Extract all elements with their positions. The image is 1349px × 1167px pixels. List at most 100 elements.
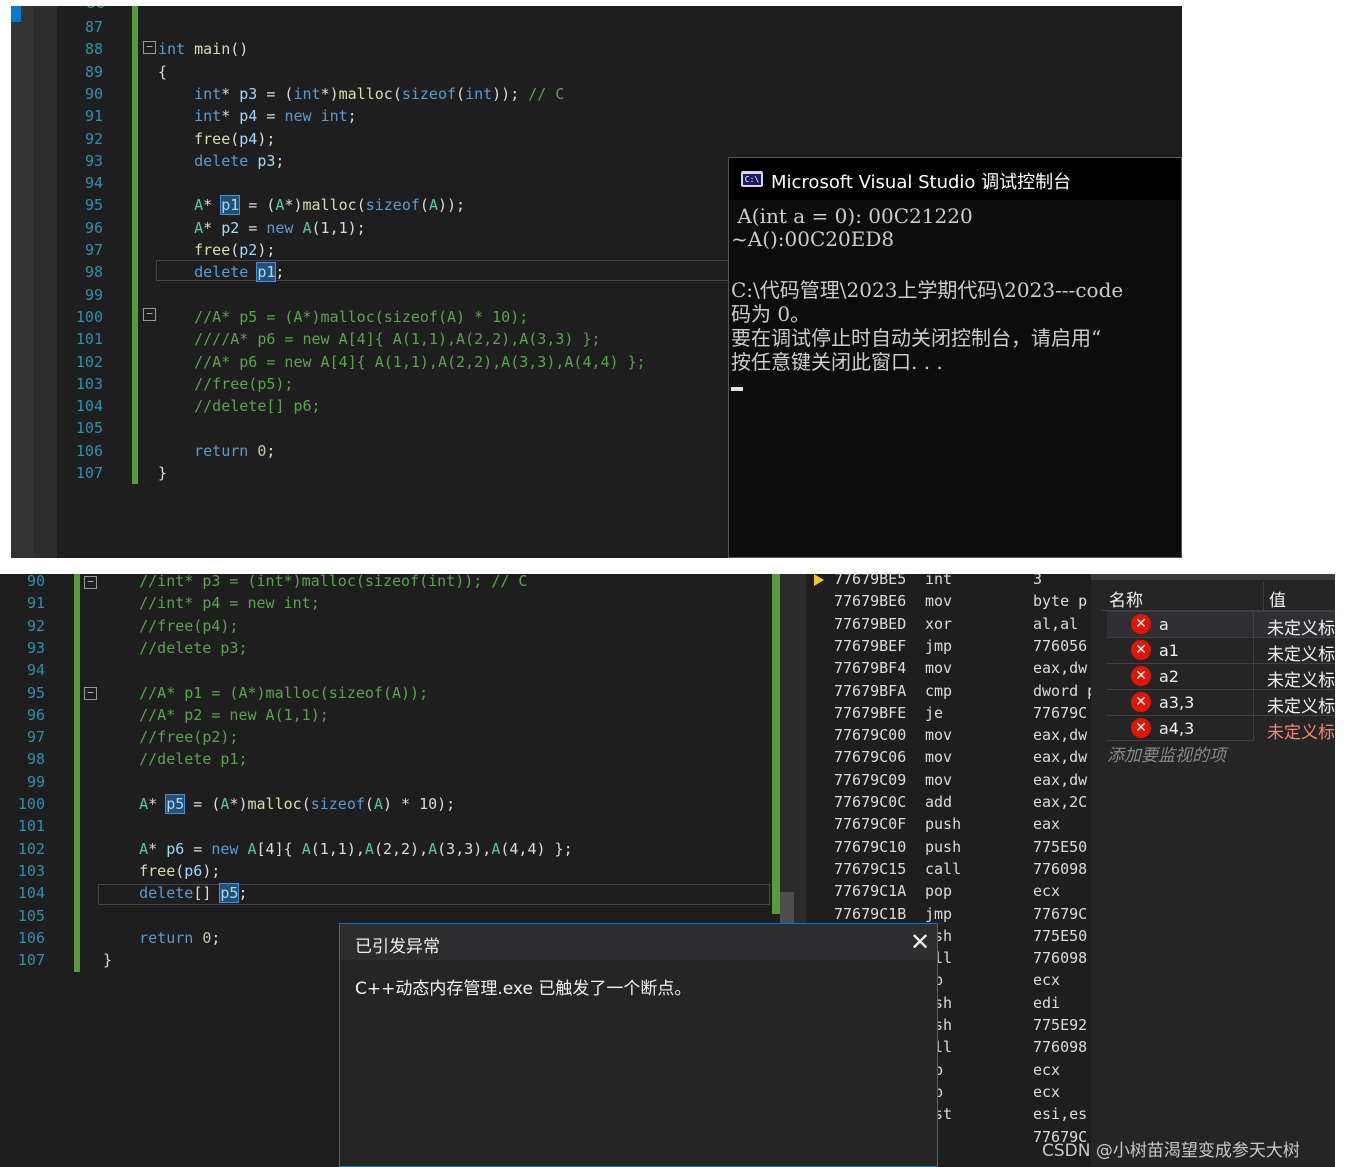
code-line[interactable]: int* p3 = (int*)malloc(sizeof(int)); // … [158, 85, 564, 103]
exception-titlebar: 已引发异常 ✕ [340, 924, 937, 960]
watch-name: a3,3 [1159, 693, 1195, 712]
exception-message: C++动态内存管理.exe 已触发了一个断点。 [355, 979, 692, 999]
disasm-opcode: mov [925, 726, 953, 745]
disasm-opcode: jmp [925, 904, 953, 923]
disasm-opcode: add [925, 793, 953, 811]
disasm-operand: al,al [1033, 614, 1079, 633]
console-line: ~A():00C20ED8 [731, 227, 895, 251]
code-line[interactable]: //free(p2); [103, 728, 238, 746]
code-line[interactable]: delete p1; [158, 262, 284, 283]
code-line[interactable]: { [158, 63, 167, 81]
code-line[interactable]: //A* p1 = (A*)malloc(sizeof(A)); [103, 684, 428, 702]
instruction-pointer-arrow-icon [814, 574, 824, 586]
code-line[interactable]: free(p4); [158, 130, 275, 148]
code-line[interactable]: //delete[] p6; [158, 397, 320, 415]
error-icon: ✕ [1131, 666, 1151, 686]
line-number: 91 [26, 594, 45, 613]
watch-panel: 名称 值 ✕ a 未定义标 ✕ a1 未定义标 ✕ a2 未定义标 ✕ a3,3 未定义标 ✕ a4,3 未… [1091, 574, 1335, 1167]
line-number: 89 [84, 62, 103, 81]
disasm-address: 77679C1A [834, 882, 907, 901]
watch-row[interactable]: ✕ a 未定义标 [1107, 611, 1335, 639]
console-line: 按任意键关闭此窗口. . . [731, 350, 943, 374]
code-line[interactable]: A* p2 = new A(1,1); [158, 219, 366, 237]
line-number: 94 [84, 174, 103, 193]
watch-row[interactable]: ✕ a3,3 未定义标 [1107, 689, 1335, 717]
code-line[interactable]: //A* p2 = new A(1,1); [103, 706, 329, 724]
watch-row[interactable]: ✕ a2 未定义标 [1107, 663, 1335, 691]
line-number: 97 [26, 728, 45, 747]
line-number: 100 [17, 795, 45, 813]
disasm-operand: 775E92 [1033, 1016, 1088, 1034]
line-number: 99 [84, 285, 103, 304]
fold-toggle[interactable]: − [84, 687, 97, 700]
disasm-address: 77679BFE [834, 703, 907, 722]
line-number: 95 [26, 683, 45, 702]
line-number: 99 [26, 772, 45, 791]
exception-dialog[interactable]: 已引发异常 ✕ C++动态内存管理.exe 已触发了一个断点。 [339, 923, 938, 1167]
code-line[interactable]: int* p4 = new int; [158, 107, 357, 125]
error-icon: ✕ [1131, 692, 1151, 712]
disasm-operand: dword p [1033, 681, 1091, 700]
fold-toggle[interactable]: − [84, 576, 97, 589]
line-number: 106 [75, 441, 103, 460]
code-line[interactable]: free(p2); [158, 241, 275, 259]
exception-title: 已引发异常 [355, 937, 440, 957]
watch-name: a [1159, 615, 1169, 634]
code-line[interactable]: //free(p5); [158, 375, 293, 393]
line-number: 106 [17, 928, 45, 947]
code-line[interactable]: ////A* p6 = new A[4]{ A(1,1),A(2,2),A(3,… [158, 330, 600, 348]
disasm-address: 77679C0F [834, 815, 907, 834]
disasm-opcode: jmp [925, 636, 953, 655]
disasm-operand: eax [1033, 815, 1061, 834]
code-line[interactable]: A* p5 = (A*)malloc(sizeof(A) * 10); [103, 794, 455, 814]
fold-toggle[interactable]: − [143, 308, 156, 321]
watch-row[interactable]: ✕ a4,3 未定义标 [1107, 715, 1335, 743]
disasm-operand: eax,dw [1033, 748, 1088, 767]
code-line[interactable]: //A* p5 = (A*)malloc(sizeof(A) * 10); [158, 308, 528, 326]
watch-add-item[interactable]: 添加要监视的项 [1107, 740, 1253, 766]
close-icon[interactable]: ✕ [910, 928, 930, 956]
disasm-address: 77679C09 [834, 770, 907, 789]
code-line[interactable]: A* p6 = new A[4]{ A(1,1),A(2,2),A(3,3),A… [103, 840, 573, 858]
code-line[interactable]: //delete p3; [103, 639, 247, 657]
code-line[interactable]: //int* p4 = new int; [103, 594, 320, 612]
code-line[interactable]: return 0; [103, 929, 220, 947]
breakpoint-margin[interactable] [11, 6, 33, 558]
line-number: 102 [17, 839, 45, 858]
code-line[interactable]: //delete p1; [103, 750, 247, 768]
console-app-icon: C:\ [741, 171, 763, 187]
margin-marker [11, 6, 21, 22]
disasm-operand: ecx [1033, 1082, 1061, 1101]
debug-console-window[interactable]: C:\ Microsoft Visual Studio 调试控制台 A(int … [728, 157, 1182, 558]
code-line[interactable]: //free(p4); [103, 617, 238, 635]
watch-column-value[interactable]: 值 [1269, 586, 1286, 611]
watch-row[interactable]: ✕ a1 未定义标 [1107, 637, 1335, 665]
disasm-address: 77679C06 [834, 748, 907, 767]
line-number: 95 [84, 196, 103, 215]
code-line[interactable]: //int* p3 = (int*)malloc(sizeof(int)); /… [103, 574, 527, 590]
console-titlebar[interactable]: C:\ Microsoft Visual Studio 调试控制台 [729, 158, 1181, 200]
code-line[interactable]: free(p6); [103, 862, 220, 880]
watch-value: 未定义标 [1267, 619, 1335, 639]
code-line[interactable]: } [103, 951, 112, 969]
disasm-opcode: push [925, 837, 962, 856]
fold-toggle[interactable]: − [143, 41, 156, 54]
code-line[interactable]: delete[] p5; [103, 883, 248, 904]
disasm-opcode: call [925, 859, 962, 878]
code-line[interactable]: } [158, 464, 167, 482]
code-line[interactable]: //A* p6 = new A[4]{ A(1,1),A(2,2),A(3,3)… [158, 353, 646, 371]
code-line[interactable]: A* p1 = (A*)malloc(sizeof(A)); [158, 195, 465, 216]
line-number: 103 [17, 861, 45, 880]
disasm-address: 77679C00 [834, 726, 907, 745]
console-title: Microsoft Visual Studio 调试控制台 [771, 172, 1072, 193]
code-line[interactable]: delete p3; [158, 152, 284, 170]
disasm-operand: eax,dw [1033, 659, 1088, 678]
watch-column-name[interactable]: 名称 [1109, 586, 1143, 611]
line-number: 93 [26, 638, 45, 657]
line-number: 97 [84, 241, 103, 259]
code-line[interactable]: return 0; [158, 442, 275, 460]
line-number: 102 [75, 352, 103, 371]
watch-name: a2 [1159, 667, 1179, 686]
code-line[interactable]: int main() [158, 40, 248, 58]
watch-value: 未定义标 [1267, 645, 1335, 665]
